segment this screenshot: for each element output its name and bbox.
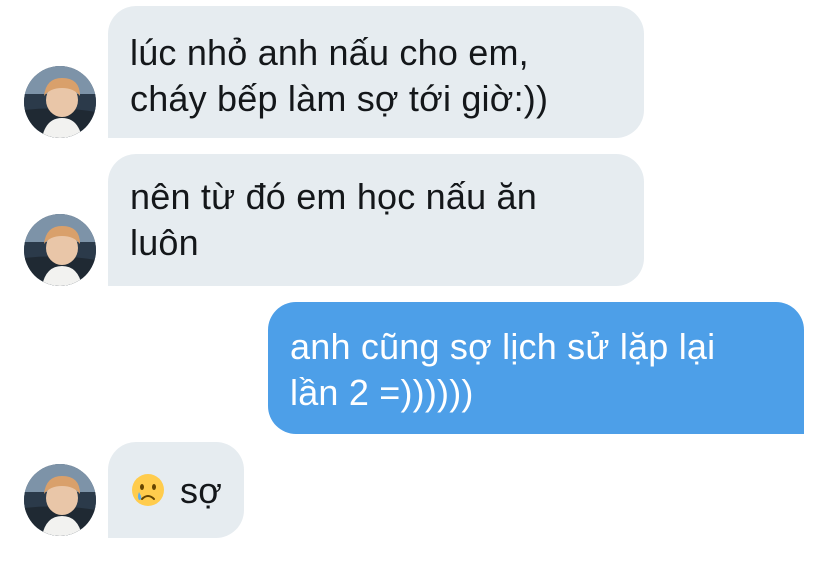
message-bubble-incoming[interactable]: nên từ đó em học nấu ăn luôn xyxy=(108,154,644,286)
message-text-line: cháy bếp làm sợ tới giờ:)) xyxy=(130,78,549,119)
sender-avatar[interactable] xyxy=(24,214,96,286)
conversation-thread: lúc nhỏ anh nấu cho em, cháy bếp làm sợ … xyxy=(0,0,828,570)
avatar-photo-icon xyxy=(24,464,96,536)
message-text-line: lúc nhỏ anh nấu cho em, xyxy=(130,32,529,73)
message-text-line: lần 2 =)))))) xyxy=(290,372,474,413)
sender-avatar[interactable] xyxy=(24,66,96,138)
avatar-photo-icon xyxy=(24,66,96,138)
crying-face-emoji-icon xyxy=(130,472,166,508)
avatar-photo-icon xyxy=(24,214,96,286)
message-text-line: anh cũng sợ lịch sử lặp lại xyxy=(290,326,716,367)
message-text: sợ xyxy=(180,470,223,511)
message-bubble-incoming[interactable]: lúc nhỏ anh nấu cho em, cháy bếp làm sợ … xyxy=(108,6,644,138)
message-bubble-incoming[interactable]: sợ xyxy=(108,442,244,538)
message-text-line: luôn xyxy=(130,222,199,263)
message-bubble-outgoing[interactable]: anh cũng sợ lịch sử lặp lại lần 2 =)))))… xyxy=(268,302,804,434)
message-text-line: nên từ đó em học nấu ăn xyxy=(130,176,537,217)
sender-avatar[interactable] xyxy=(24,464,96,536)
